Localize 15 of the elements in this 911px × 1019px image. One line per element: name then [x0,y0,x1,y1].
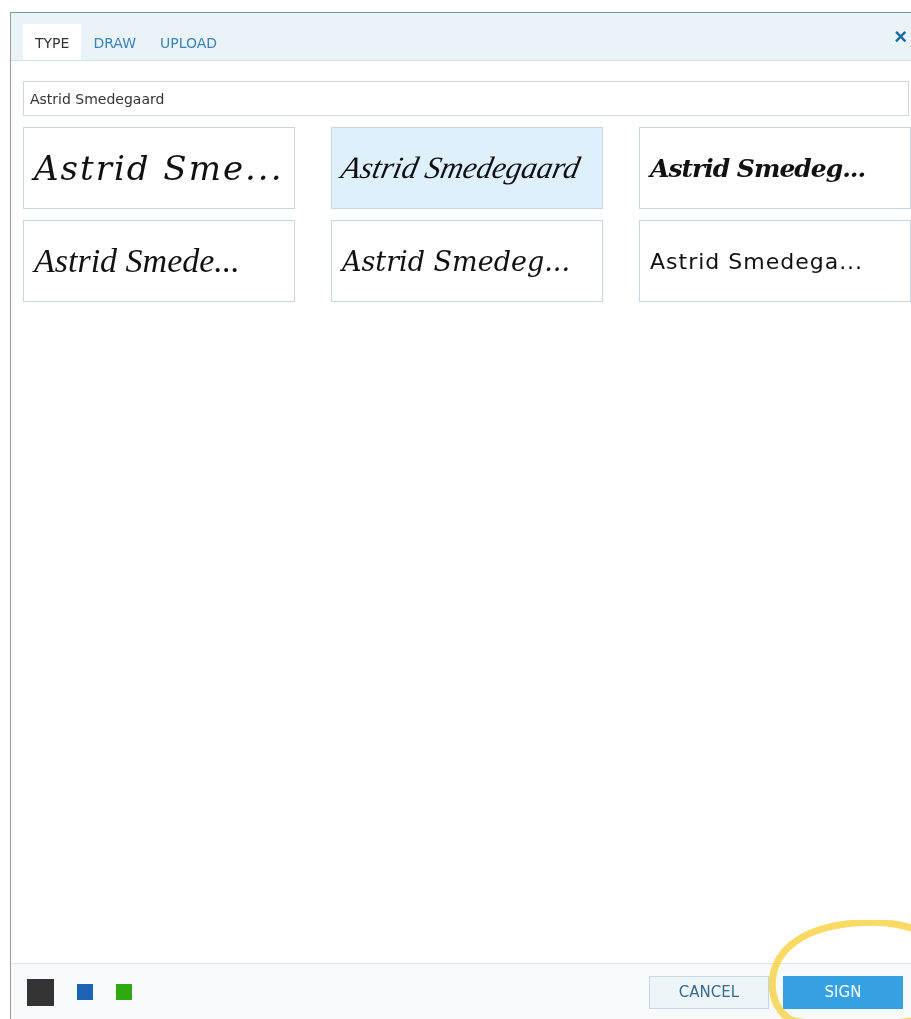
color-swatch[interactable] [27,978,54,1006]
signature-option[interactable]: Astrid Smede... [23,220,295,302]
color-swatch[interactable] [116,984,132,1000]
signature-option[interactable]: Astrid Smedegaard [331,127,603,209]
signature-option[interactable]: Astrid Smedeg... [331,220,603,302]
tab[interactable]: UPLOAD [148,24,230,60]
close-button[interactable]: × [890,23,911,50]
tab[interactable]: DRAW [81,24,148,60]
color-swatch[interactable] [77,984,93,1000]
signature-option[interactable]: Astrid Smedega... [639,220,911,302]
tab[interactable]: TYPE [23,24,82,60]
signature-option[interactable]: Astrid Smedeg... [639,127,911,209]
name-input-field[interactable]: Astrid Smedegaard [23,81,909,116]
cancel-button[interactable]: CANCEL [649,975,769,1009]
signature-option[interactable]: Astrid Sme... [23,127,295,209]
